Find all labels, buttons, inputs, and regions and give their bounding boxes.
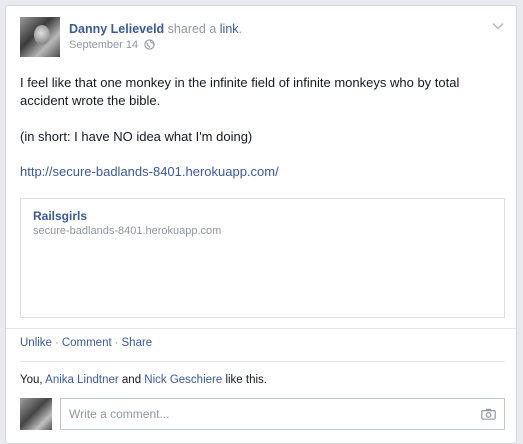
camera-icon[interactable] — [481, 408, 496, 423]
post-link[interactable]: http://secure-badlands-8401.herokuapp.co… — [20, 164, 279, 179]
link-attachment[interactable]: Railsgirls secure-badlands-8401.herokuap… — [20, 198, 505, 318]
post-date[interactable]: September 14 — [69, 39, 138, 51]
likes-summary: You, Anika Lindtner and Nick Geschiere l… — [20, 374, 267, 386]
action-suffix: . — [238, 22, 243, 36]
globe-icon[interactable] — [144, 39, 155, 53]
action-separator: · — [54, 337, 59, 349]
post-body: I feel like that one monkey in the infin… — [20, 74, 505, 146]
author-name[interactable]: Danny Lelieveld — [69, 22, 164, 36]
likes-and: and — [118, 374, 145, 386]
avatar-face — [34, 25, 50, 45]
attachment-title[interactable]: Railsgirls — [33, 209, 87, 223]
likes-suffix: like this. — [222, 374, 267, 386]
comment-button[interactable]: Comment — [62, 337, 112, 349]
liker-name[interactable]: Anika Lindtner — [45, 374, 119, 386]
comment-composer[interactable] — [60, 398, 505, 430]
action-prefix: shared a — [164, 22, 220, 36]
actions-divider — [6, 328, 516, 329]
post-body-line1: I feel like that one monkey in the infin… — [20, 75, 460, 108]
share-button[interactable]: Share — [122, 337, 153, 349]
likes-divider — [20, 361, 505, 362]
action-link[interactable]: link — [220, 22, 239, 36]
liker-name[interactable]: Nick Geschiere — [144, 374, 222, 386]
author-avatar[interactable] — [20, 17, 60, 57]
post-meta: September 14 — [69, 39, 155, 53]
action-separator: · — [114, 337, 119, 349]
chevron-down-icon[interactable] — [492, 19, 504, 33]
comment-input[interactable] — [61, 399, 504, 429]
unlike-button[interactable]: Unlike — [20, 337, 52, 349]
action-bar: Unlike · Comment · Share — [20, 337, 152, 349]
likes-you: You, — [20, 374, 43, 386]
post-body-line2: (in short: I have NO idea what I'm doing… — [20, 129, 253, 144]
post-header: Danny Lelieveld shared a link. — [69, 22, 242, 36]
commenter-avatar[interactable] — [20, 398, 52, 430]
attachment-url: secure-badlands-8401.herokuapp.com — [33, 225, 222, 237]
post-card: Danny Lelieveld shared a link. September… — [5, 5, 517, 444]
